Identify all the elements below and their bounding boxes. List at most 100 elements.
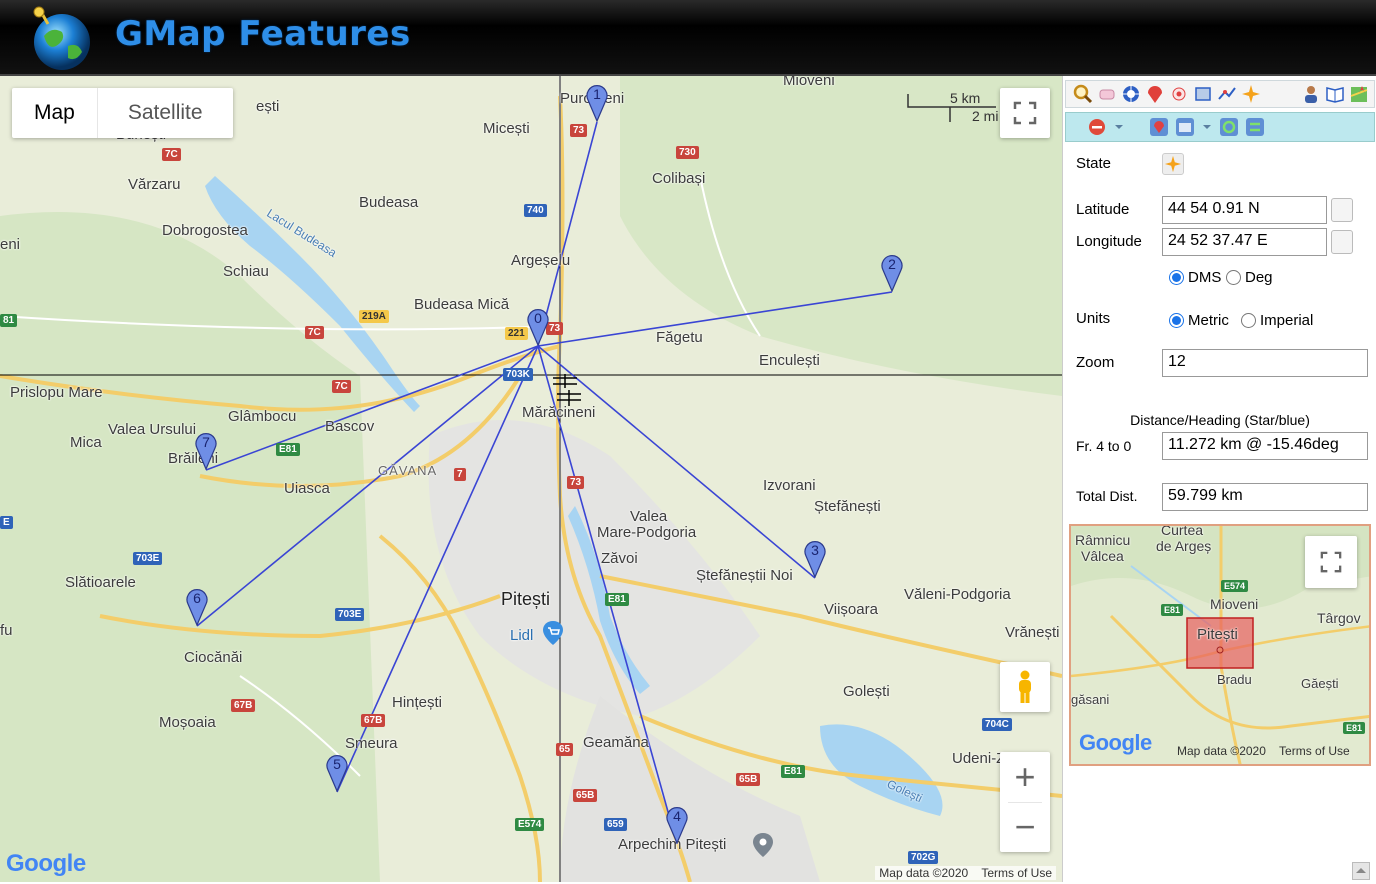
refresh-icon[interactable]: [1218, 116, 1240, 138]
road-shield: 702G: [908, 851, 939, 864]
road-shield: 221: [505, 327, 528, 340]
svg-text:7: 7: [202, 434, 210, 450]
road-shield: 7C: [162, 148, 181, 161]
zoom-in-button[interactable]: +: [1000, 752, 1050, 802]
shopping-cart-pin-icon[interactable]: [542, 620, 564, 646]
copy-longitude-button[interactable]: [1331, 230, 1353, 254]
search-icon[interactable]: [1072, 83, 1094, 105]
radio-label: DMS: [1188, 269, 1222, 286]
place-label: Geamăna: [583, 734, 649, 751]
place-label: Lidl: [510, 627, 534, 644]
route-marker-2[interactable]: 2: [880, 252, 904, 292]
target-icon[interactable]: [1120, 83, 1142, 105]
map-type-control: Map Satellite: [12, 88, 233, 138]
globe-logo-icon: [33, 6, 90, 70]
stop-icon[interactable]: [1086, 116, 1108, 138]
svg-text:6: 6: [193, 590, 201, 606]
dot-icon[interactable]: [1168, 83, 1190, 105]
place-label: eni: [0, 236, 21, 253]
svg-text:0: 0: [534, 310, 542, 326]
marker-pin-icon[interactable]: [1144, 83, 1166, 105]
units-metric-radio[interactable]: Metric: [1169, 312, 1229, 329]
copy-latitude-button[interactable]: [1331, 198, 1353, 222]
total-distance-field[interactable]: 59.799 km: [1162, 483, 1368, 511]
longitude-field[interactable]: 24 52 37.47 E: [1162, 228, 1327, 256]
overview-minimap[interactable]: Râmnicu Vâlcea Curtea de Argeș Mioveni P…: [1069, 524, 1371, 766]
add-marker-icon[interactable]: [1148, 116, 1170, 138]
place-label: Zăvoi: [601, 550, 638, 567]
map-icon[interactable]: [1348, 83, 1370, 105]
minimap-footer: Map data ©2020 Terms of Use: [1177, 744, 1350, 758]
route-marker-6[interactable]: 6: [185, 586, 209, 626]
units-imperial-radio[interactable]: Imperial: [1241, 312, 1313, 329]
map-data-attribution: Map data ©2020: [879, 866, 969, 880]
route-marker-1[interactable]: 1: [585, 82, 609, 122]
scroll-up-button[interactable]: [1352, 862, 1370, 880]
street-view-pegman-button[interactable]: [1000, 662, 1050, 712]
eraser-icon[interactable]: [1096, 83, 1118, 105]
minimap-fullscreen-button[interactable]: [1305, 536, 1357, 588]
place-label: Micești: [483, 120, 530, 137]
place-label: Hințești: [392, 694, 443, 711]
map-type-map-button[interactable]: Map: [12, 88, 97, 138]
place-label: Enculești: [759, 352, 820, 369]
units-label: Units: [1076, 310, 1111, 327]
fullscreen-icon: [1013, 101, 1037, 125]
chevron-down-icon[interactable]: [1112, 116, 1126, 138]
minimap-place-label: Curtea: [1161, 524, 1204, 538]
book-icon[interactable]: [1324, 83, 1346, 105]
format-deg-radio[interactable]: Deg: [1226, 269, 1273, 286]
route-marker-0[interactable]: 0: [526, 306, 550, 346]
route-marker-4[interactable]: 4: [665, 804, 689, 844]
poi-pin-icon[interactable]: [752, 832, 774, 858]
place-label: Uiasca: [284, 480, 330, 497]
minimap-road-shield: E81: [1343, 722, 1366, 734]
star-icon[interactable]: [1240, 83, 1262, 105]
zoom-out-button[interactable]: −: [1000, 802, 1050, 852]
latitude-field[interactable]: 44 54 0.91 N: [1162, 196, 1327, 224]
latitude-label: Latitude: [1076, 201, 1130, 218]
route-marker-7[interactable]: 7: [194, 430, 218, 470]
place-label: Izvorani: [763, 477, 816, 494]
road-shield: 704C: [982, 718, 1012, 731]
road-shield: E: [0, 516, 13, 529]
fullscreen-button[interactable]: [1000, 88, 1050, 138]
map-base-layer: [0, 76, 1062, 882]
place-label: Văleni-Podgoria: [904, 586, 1011, 603]
place-label: Argeșelu: [511, 252, 571, 269]
svg-text:4: 4: [673, 808, 681, 824]
window-icon[interactable]: [1174, 116, 1196, 138]
fullscreen-icon: [1320, 551, 1342, 573]
terms-of-use-link[interactable]: Terms of Use: [1279, 744, 1350, 758]
chevron-down-icon[interactable]: [1200, 116, 1214, 138]
format-dms-radio[interactable]: DMS: [1169, 269, 1221, 286]
user-icon[interactable]: [1300, 83, 1322, 105]
terms-of-use-link[interactable]: Terms of Use: [981, 866, 1052, 880]
road-shield: 659: [604, 818, 627, 831]
place-label: Mare-Podgoria: [597, 524, 697, 541]
place-label: Vrănești: [1005, 624, 1060, 641]
map-canvas[interactable]: Mioveni Purcăreni Micești Colibași Vărza…: [0, 76, 1062, 882]
radio-label: Imperial: [1260, 312, 1314, 329]
segment-distance-field[interactable]: 11.272 km @ -15.46deg: [1162, 432, 1368, 460]
route-marker-5[interactable]: 5: [325, 752, 349, 792]
road-shield: 73: [567, 476, 585, 489]
google-logo-text: Google: [1079, 730, 1152, 755]
rectangle-icon[interactable]: [1192, 83, 1214, 105]
tool-toolbar: [1065, 80, 1375, 108]
route-marker-3[interactable]: 3: [803, 538, 827, 578]
zoom-field[interactable]: 12: [1162, 349, 1368, 377]
polyline-icon[interactable]: [1216, 83, 1238, 105]
place-label: ești: [256, 98, 280, 115]
segment-label: Fr. 4 to 0: [1076, 438, 1132, 454]
minimap-place-label: de Argeș: [1156, 538, 1212, 554]
swap-icon[interactable]: [1244, 116, 1266, 138]
road-shield: 730: [676, 146, 699, 159]
zoom-label: Zoom: [1076, 354, 1115, 371]
road-shield: E574: [515, 818, 545, 831]
map-type-satellite-button[interactable]: Satellite: [96, 88, 233, 138]
place-label: Budeasa Mică: [414, 296, 510, 313]
place-label: Vărzaru: [128, 176, 181, 193]
state-star-button[interactable]: [1162, 153, 1184, 175]
minimap-road-shield: E574: [1221, 580, 1249, 592]
